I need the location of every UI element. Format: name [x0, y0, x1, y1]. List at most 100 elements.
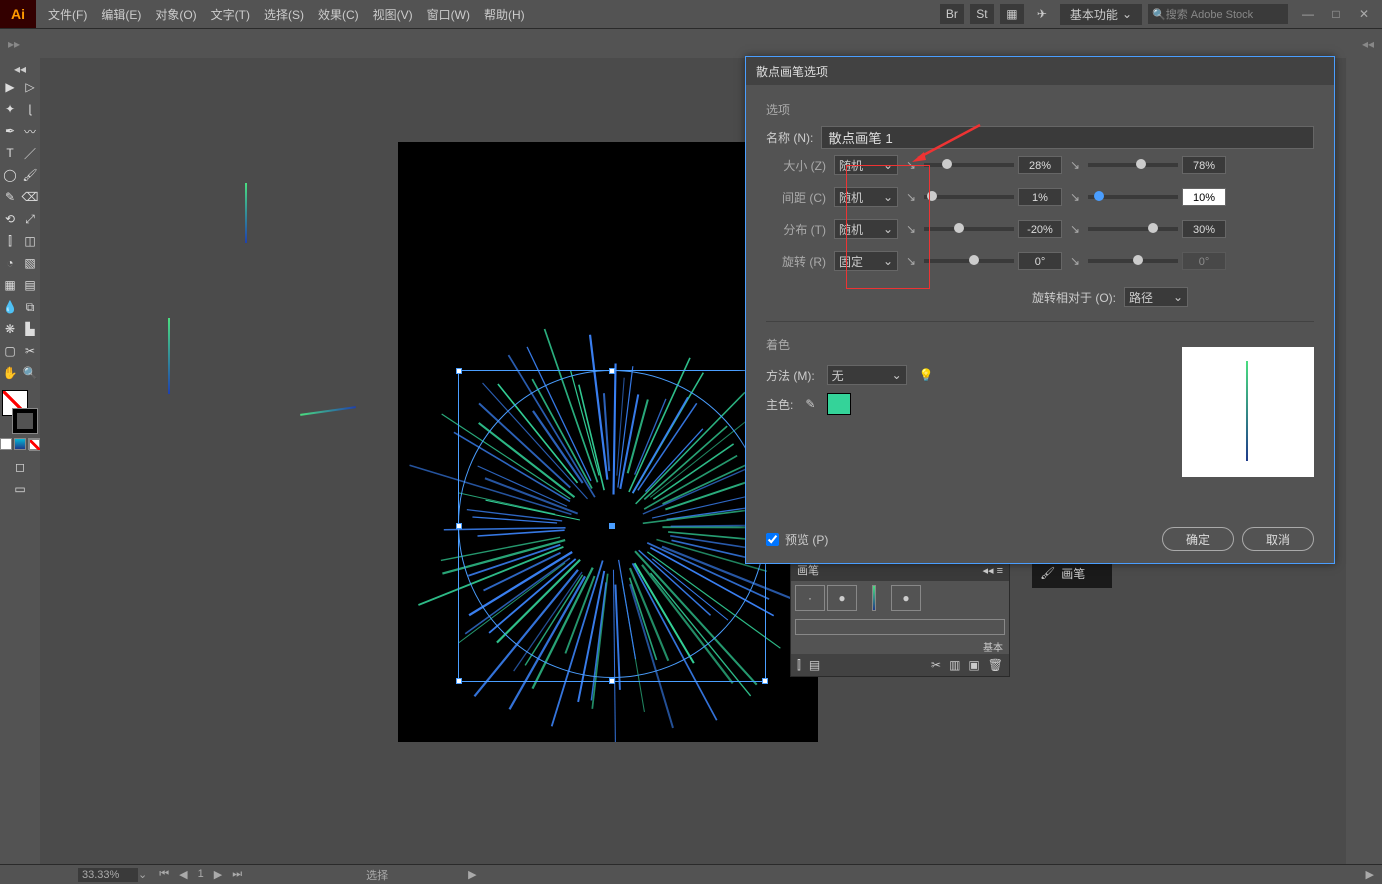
delete-brush-icon[interactable]: 🗑	[988, 658, 1003, 672]
bridge-button[interactable]: Br	[940, 4, 964, 24]
selection-tool[interactable]: ▶	[1, 77, 19, 97]
method-select[interactable]: 无⌄	[827, 365, 907, 385]
menu-select[interactable]: 选择(S)	[258, 2, 310, 27]
width-tool[interactable]: ⫿	[1, 231, 19, 251]
max-value[interactable]: 0°	[1182, 252, 1226, 270]
min-slider[interactable]	[924, 259, 1014, 263]
minimize-button[interactable]: —	[1294, 0, 1322, 28]
color-mode-btn[interactable]	[0, 438, 12, 450]
eyedropper-tool[interactable]: 💧	[1, 297, 19, 317]
max-slider[interactable]	[1088, 259, 1178, 263]
graph-tool[interactable]: ▙	[21, 319, 39, 339]
brush-lib2-icon[interactable]: ▤	[809, 658, 820, 672]
artboard-tool[interactable]: ▢	[1, 341, 19, 361]
brush-library-icon[interactable]: ⫿	[797, 658, 801, 673]
handle-tl[interactable]	[456, 368, 462, 374]
key-color-swatch[interactable]	[827, 393, 851, 415]
eyedropper-icon[interactable]: ✎	[805, 397, 815, 411]
draw-mode-normal[interactable]: ◻	[11, 457, 29, 477]
shaper-tool[interactable]: ✎	[1, 187, 19, 207]
flip-icon[interactable]: ↘	[1070, 158, 1084, 172]
screen-mode[interactable]: ▭	[11, 479, 29, 499]
brush-options-icon[interactable]: ▥	[949, 658, 960, 672]
scale-tool[interactable]: ⤢	[21, 209, 39, 229]
blend-tool[interactable]: ⧉	[21, 297, 39, 317]
zoom-dropdown-icon[interactable]: ⌄	[138, 868, 147, 881]
arrange-docs-button[interactable]: ▦	[1000, 4, 1024, 24]
max-value[interactable]: 30%	[1182, 220, 1226, 238]
handle-bl[interactable]	[456, 678, 462, 684]
line-tool[interactable]: ／	[21, 143, 39, 163]
pen-tool[interactable]: ✒	[1, 121, 19, 141]
menu-view[interactable]: 视图(V)	[367, 2, 419, 27]
handle-br[interactable]	[762, 678, 768, 684]
max-slider[interactable]	[1088, 227, 1178, 231]
right-panel-rail[interactable]	[1346, 58, 1382, 864]
min-value[interactable]: -20%	[1018, 220, 1062, 238]
min-value[interactable]: 0°	[1018, 252, 1062, 270]
menu-file[interactable]: 文件(F)	[42, 2, 93, 27]
handle-tc[interactable]	[609, 368, 615, 374]
brush-thumb-3[interactable]	[872, 585, 876, 611]
tip-icon[interactable]: 💡	[919, 368, 934, 382]
min-slider[interactable]	[924, 195, 1014, 199]
first-artboard-icon[interactable]: ⏮	[155, 868, 173, 881]
max-slider[interactable]	[1088, 195, 1178, 199]
close-button[interactable]: ✕	[1350, 0, 1378, 28]
tool-collapse-icon[interactable]: ◂◂	[14, 62, 26, 76]
gpu-button[interactable]: ✈	[1030, 4, 1054, 24]
stock-search[interactable]: 🔍 搜索 Adobe Stock	[1148, 4, 1288, 24]
rectangle-tool[interactable]: ◯	[1, 165, 19, 185]
brush-stroke-preview[interactable]	[795, 619, 1005, 635]
menu-edit[interactable]: 编辑(E)	[95, 2, 147, 27]
new-brush-icon[interactable]: ▣	[968, 658, 979, 672]
min-slider[interactable]	[924, 163, 1014, 167]
menu-window[interactable]: 窗口(W)	[421, 2, 476, 27]
name-input[interactable]	[821, 126, 1314, 149]
rotate-tool[interactable]: ⟲	[1, 209, 19, 229]
gradient-tool[interactable]: ▤	[21, 275, 39, 295]
artboard-number[interactable]: 1	[194, 868, 208, 881]
flip-icon[interactable]: ↘	[1070, 222, 1084, 236]
brush-tool[interactable]: 🖌	[21, 165, 39, 185]
menu-help[interactable]: 帮助(H)	[478, 2, 531, 27]
mesh-tool[interactable]: ▦	[1, 275, 19, 295]
maximize-button[interactable]: □	[1322, 0, 1350, 28]
panel-collapse-icon[interactable]: ◂◂	[1362, 37, 1374, 51]
zoom-tool[interactable]: 🔍	[21, 363, 39, 383]
brush-thumb-1[interactable]: ·	[795, 585, 825, 611]
stock-button[interactable]: St	[970, 4, 994, 24]
none-mode-btn[interactable]	[28, 438, 40, 450]
eraser-tool[interactable]: ⌫	[21, 187, 39, 207]
min-slider[interactable]	[924, 227, 1014, 231]
min-value[interactable]: 28%	[1018, 156, 1062, 174]
brushes-panel[interactable]: 画笔 ◂◂ ≡ · ● ● 基本 ⫿ ▤ ✂ ▥ ▣ 🗑	[790, 558, 1010, 677]
free-transform-tool[interactable]: ◫	[21, 231, 39, 251]
curvature-tool[interactable]: 〰	[21, 121, 39, 141]
brush-thumb-4[interactable]: ●	[891, 585, 921, 611]
next-artboard-icon[interactable]: ▶	[210, 868, 226, 881]
last-artboard-icon[interactable]: ⏭	[228, 868, 246, 881]
panel-menu-icon[interactable]: ◂◂ ≡	[982, 564, 1003, 577]
min-value[interactable]: 1%	[1018, 188, 1062, 206]
direct-selection-tool[interactable]: ▷	[21, 77, 39, 97]
type-tool[interactable]: T	[1, 143, 19, 163]
flip-icon[interactable]: ↘	[1070, 254, 1084, 268]
brushes-tab[interactable]: 画笔	[797, 562, 819, 578]
hand-tool[interactable]: ✋	[1, 363, 19, 383]
slice-tool[interactable]: ✂	[21, 341, 39, 361]
handle-center[interactable]	[609, 523, 615, 529]
zoom-level[interactable]: 33.33%	[78, 868, 138, 882]
preview-checkbox[interactable]: 预览 (P)	[766, 531, 828, 548]
remove-stroke-icon[interactable]: ✂	[931, 658, 941, 672]
rotation-relative-select[interactable]: 路径⌄	[1124, 287, 1188, 307]
lasso-tool[interactable]: ɭ	[21, 99, 39, 119]
magic-wand-tool[interactable]: ✦	[1, 99, 19, 119]
symbol-sprayer-tool[interactable]: ❋	[1, 319, 19, 339]
flip-icon[interactable]: ↘	[1070, 190, 1084, 204]
perspective-tool[interactable]: ▧	[21, 253, 39, 273]
menu-effect[interactable]: 效果(C)	[312, 2, 365, 27]
handle-bc[interactable]	[609, 678, 615, 684]
brush-thumb-2[interactable]: ●	[827, 585, 857, 611]
shape-builder-tool[interactable]: ◔	[1, 253, 19, 273]
